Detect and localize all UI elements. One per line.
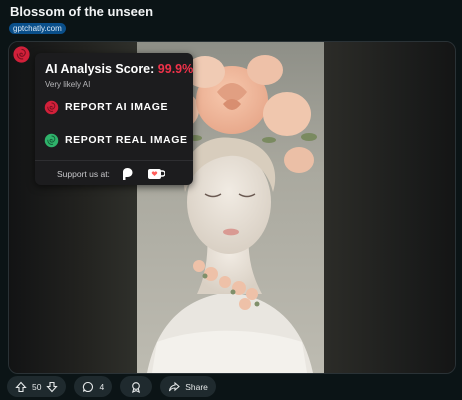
support-row: Support us at: [57,167,165,181]
ai-detector-rose-icon[interactable] [13,46,30,63]
green-rose-icon [44,133,59,147]
support-label: Support us at: [57,169,110,179]
domain-badge[interactable]: gptchatly.com [9,23,66,34]
score-value: 99.9% [157,62,194,76]
share-button[interactable]: Share [160,376,216,397]
verdict-text: Very likely AI [45,80,91,89]
comment-count: 4 [99,381,105,392]
ai-analysis-popup: AI Analysis Score: 99.9% Very likely AI … [35,53,193,185]
award-button[interactable] [120,376,153,397]
score-label: AI Analysis Score: [45,62,155,76]
comments-button[interactable]: 4 [74,376,113,397]
upvote-icon[interactable] [15,381,27,393]
report-ai-label: REPORT AI IMAGE [65,101,169,113]
post-actions-bar: 50 4 Share [7,376,216,398]
downvote-icon[interactable] [46,381,59,393]
comment-icon [83,381,94,392]
report-real-button[interactable]: REPORT REAL IMAGE [44,132,188,148]
ko-fi-icon[interactable] [147,167,165,181]
award-icon [132,381,141,393]
share-icon [169,381,181,391]
blurred-background-right [324,42,455,373]
report-ai-button[interactable]: REPORT AI IMAGE [44,99,168,115]
share-label: Share [185,381,208,392]
score-line: AI Analysis Score: 99.9% [45,62,193,76]
report-real-label: REPORT REAL IMAGE [65,134,188,146]
patreon-icon[interactable] [120,167,134,181]
vote-control: 50 [7,376,67,397]
vote-count: 50 [32,381,42,392]
post-title[interactable]: Blossom of the unseen [10,4,153,19]
red-rose-icon [44,100,59,114]
popup-divider [35,160,193,161]
